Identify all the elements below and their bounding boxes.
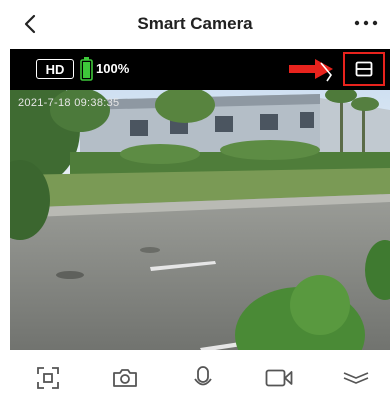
collapse-button[interactable] [336, 364, 376, 392]
split-view-icon [355, 61, 373, 77]
live-video-view[interactable]: HD 100% 2021-7-18 09:38:35 [10, 49, 390, 350]
quality-badge[interactable]: HD [36, 59, 74, 79]
navigation-bar: Smart Camera [0, 0, 390, 49]
video-timestamp: 2021-7-18 09:38:35 [18, 97, 120, 109]
split-view-button[interactable] [343, 52, 385, 86]
more-button[interactable] [352, 14, 380, 32]
page-title: Smart Camera [137, 14, 253, 33]
control-bar [0, 350, 390, 398]
pointer-arrow-icon [289, 59, 333, 82]
battery-percentage: 100% [96, 61, 130, 76]
battery-full-icon [80, 57, 93, 81]
camera-icon [113, 369, 137, 387]
record-button[interactable] [259, 364, 299, 392]
camera-feed-image [10, 90, 390, 350]
screenshot-button[interactable] [28, 364, 68, 392]
microphone-icon [194, 366, 212, 386]
snapshot-button[interactable] [105, 364, 145, 392]
screenshot-frame-icon [37, 367, 59, 389]
chevron-down-icon [343, 372, 369, 384]
talk-button[interactable] [183, 364, 223, 392]
video-record-icon [265, 369, 293, 387]
more-dots-icon [354, 20, 378, 26]
